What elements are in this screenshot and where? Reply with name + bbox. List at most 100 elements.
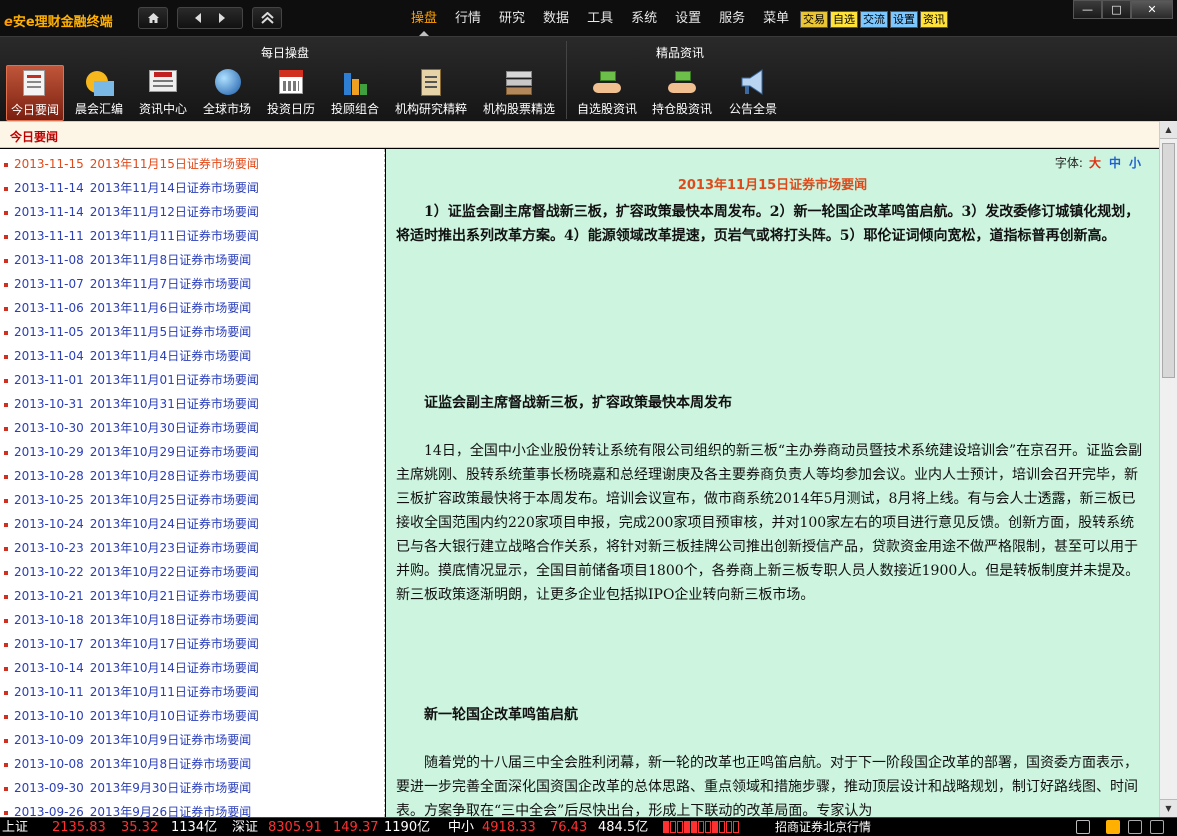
tool-label: 机构股票精选: [482, 102, 555, 116]
scroll-thumb[interactable]: [1162, 143, 1175, 378]
app-logo: e安e理财金融终端: [4, 11, 113, 30]
close-button[interactable]: ✕: [1131, 0, 1173, 19]
font-small-button[interactable]: 小: [1129, 156, 1141, 170]
menu-trading[interactable]: 操盘: [402, 0, 446, 36]
news-list-item[interactable]: 2013-10-28 2013年10月28日证券市场要闻: [4, 464, 259, 488]
news-list-item[interactable]: 2013-09-30 2013年9月30日证券市场要闻: [4, 776, 251, 800]
news-title: 2013年11月8日证券市场要闻: [89, 253, 252, 267]
maximize-button[interactable]: □: [1102, 0, 1131, 19]
news-title: 2013年11月14日证券市场要闻: [89, 181, 259, 195]
menu-system[interactable]: 系统: [622, 0, 666, 36]
tool-today-news[interactable]: 今日要闻: [6, 65, 64, 121]
sz-change: 149.37: [333, 820, 379, 835]
menu-more[interactable]: 菜单: [754, 0, 798, 36]
tool-announcement-overview[interactable]: 公告全景: [724, 65, 782, 121]
tool-investment-calendar[interactable]: 投资日历: [262, 65, 320, 121]
article-body-2: 随着党的十八届三中全会胜利闭幕，新一轮的改革也正鸣笛启航。对于下一阶段国企改革的…: [396, 755, 1138, 817]
news-date: 2013-11-15: [14, 157, 84, 171]
news-list-item[interactable]: 2013-11-05 2013年11月5日证券市场要闻: [4, 320, 251, 344]
news-list-item[interactable]: 2013-11-11 2013年11月11日证券市场要闻: [4, 224, 259, 248]
info-button[interactable]: 资讯: [920, 11, 948, 28]
chat-button[interactable]: 交流: [860, 11, 888, 28]
bullet-icon: [4, 642, 8, 647]
tool-morning-digest[interactable]: 晨会汇编: [70, 65, 128, 121]
news-date: 2013-11-06: [14, 301, 84, 315]
news-list-item[interactable]: 2013-11-07 2013年11月7日证券市场要闻: [4, 272, 251, 296]
news-list-item[interactable]: 2013-10-08 2013年10月8日证券市场要闻: [4, 752, 251, 776]
back-forward-buttons[interactable]: [177, 7, 243, 29]
bar-blocks-icon: [338, 67, 372, 97]
menu-data[interactable]: 数据: [534, 0, 578, 36]
news-list-item[interactable]: 2013-09-26 2013年9月26日证券市场要闻: [4, 800, 251, 817]
font-large-button[interactable]: 大: [1089, 156, 1101, 170]
news-list-item[interactable]: 2013-10-21 2013年10月21日证券市场要闻: [4, 584, 259, 608]
tool-institution-research[interactable]: 机构研究精粹: [392, 65, 470, 121]
menu-service[interactable]: 服务: [710, 0, 754, 36]
news-list-item[interactable]: 2013-11-14 2013年11月12日证券市场要闻: [4, 200, 259, 224]
sh-change: 35.32: [121, 820, 159, 835]
news-list-item[interactable]: 2013-10-18 2013年10月18日证券市场要闻: [4, 608, 259, 632]
minimize-button[interactable]: —: [1073, 0, 1102, 19]
tool-holdings-news[interactable]: 持仓股资讯: [648, 65, 716, 121]
article-summary: 1）证监会副主席督战新三板，扩容政策最快本周发布。2）新一轮国企改革鸣笛启航。3…: [396, 204, 1140, 244]
news-date: 2013-09-26: [14, 805, 84, 817]
home-button[interactable]: [138, 7, 168, 29]
sunrise-icon: [82, 67, 116, 97]
bullet-icon: [4, 282, 8, 287]
alert-icon[interactable]: [1106, 820, 1120, 834]
news-list-item[interactable]: 2013-10-11 2013年10月11日证券市场要闻: [4, 680, 259, 704]
message-icon[interactable]: [1150, 820, 1164, 834]
tool-global-market[interactable]: 全球市场: [198, 65, 256, 121]
news-list-item[interactable]: 2013-11-01 2013年11月01日证券市场要闻: [4, 368, 259, 392]
scroll-down-button[interactable]: ▼: [1160, 799, 1177, 817]
bullet-icon: [4, 162, 8, 167]
collapse-button[interactable]: [252, 7, 282, 29]
news-list-item[interactable]: 2013-10-31 2013年10月31日证券市场要闻: [4, 392, 259, 416]
scroll-up-button[interactable]: ▲: [1160, 121, 1177, 139]
bullet-icon: [4, 570, 8, 575]
bullet-icon: [4, 618, 8, 623]
tool-info-center[interactable]: 资讯中心: [134, 65, 192, 121]
bullet-icon: [4, 474, 8, 479]
tool-watchlist-news[interactable]: 自选股资讯: [574, 65, 640, 121]
news-list-item[interactable]: 2013-11-08 2013年11月8日证券市场要闻: [4, 248, 251, 272]
menu-quotes[interactable]: 行情: [446, 0, 490, 36]
trade-button[interactable]: 交易: [800, 11, 828, 28]
news-title: 2013年10月24日证券市场要闻: [89, 517, 259, 531]
news-title: 2013年9月30日证券市场要闻: [89, 781, 252, 795]
bullet-icon: [4, 186, 8, 191]
news-list-item[interactable]: 2013-10-14 2013年10月14日证券市场要闻: [4, 656, 259, 680]
news-list-item[interactable]: 2013-10-24 2013年10月24日证券市场要闻: [4, 512, 259, 536]
tool-institution-stock-picks[interactable]: 机构股票精选: [480, 65, 558, 121]
news-list-item[interactable]: 2013-11-06 2013年11月6日证券市场要闻: [4, 296, 251, 320]
title-bar: e安e理财金融终端 操盘 行情 研究 数据 工具 系统 设置 服务 菜单 交易 …: [0, 0, 1177, 36]
news-list-item[interactable]: 2013-10-10 2013年10月10日证券市场要闻: [4, 704, 259, 728]
menu-tools[interactable]: 工具: [578, 0, 622, 36]
news-list-item[interactable]: 2013-11-15 2013年11月15日证券市场要闻: [4, 152, 259, 176]
lock-icon[interactable]: [1076, 820, 1090, 834]
menu-research[interactable]: 研究: [490, 0, 534, 36]
news-title: 2013年11月4日证券市场要闻: [89, 349, 252, 363]
arrow-left-icon: [195, 13, 201, 23]
vertical-scrollbar[interactable]: ▲ ▼: [1159, 121, 1177, 817]
market-breadth-bars: [663, 821, 739, 833]
news-list-item[interactable]: 2013-10-17 2013年10月17日证券市场要闻: [4, 632, 259, 656]
tool-advisor-portfolio[interactable]: 投顾组合: [326, 65, 384, 121]
news-list-item[interactable]: 2013-11-04 2013年11月4日证券市场要闻: [4, 344, 251, 368]
news-list-item[interactable]: 2013-10-30 2013年10月30日证券市场要闻: [4, 416, 259, 440]
globe-icon: [210, 67, 244, 97]
menu-settings[interactable]: 设置: [666, 0, 710, 36]
font-medium-button[interactable]: 中: [1109, 156, 1121, 170]
quick-settings-button[interactable]: 设置: [890, 11, 918, 28]
news-date: 2013-10-24: [14, 517, 84, 531]
news-list-item[interactable]: 2013-11-14 2013年11月14日证券市场要闻: [4, 176, 259, 200]
news-list-item[interactable]: 2013-10-22 2013年10月22日证券市场要闻: [4, 560, 259, 584]
article-title: 2013年11月15日证券市场要闻: [677, 178, 868, 193]
news-list-item[interactable]: 2013-10-23 2013年10月23日证券市场要闻: [4, 536, 259, 560]
watchlist-button[interactable]: 自选: [830, 11, 858, 28]
network-icon[interactable]: [1128, 820, 1142, 834]
news-list-item[interactable]: 2013-10-09 2013年10月9日证券市场要闻: [4, 728, 251, 752]
news-list-item[interactable]: 2013-10-29 2013年10月29日证券市场要闻: [4, 440, 259, 464]
news-list-item[interactable]: 2013-10-25 2013年10月25日证券市场要闻: [4, 488, 259, 512]
tool-label: 持仓股资讯: [651, 102, 712, 116]
